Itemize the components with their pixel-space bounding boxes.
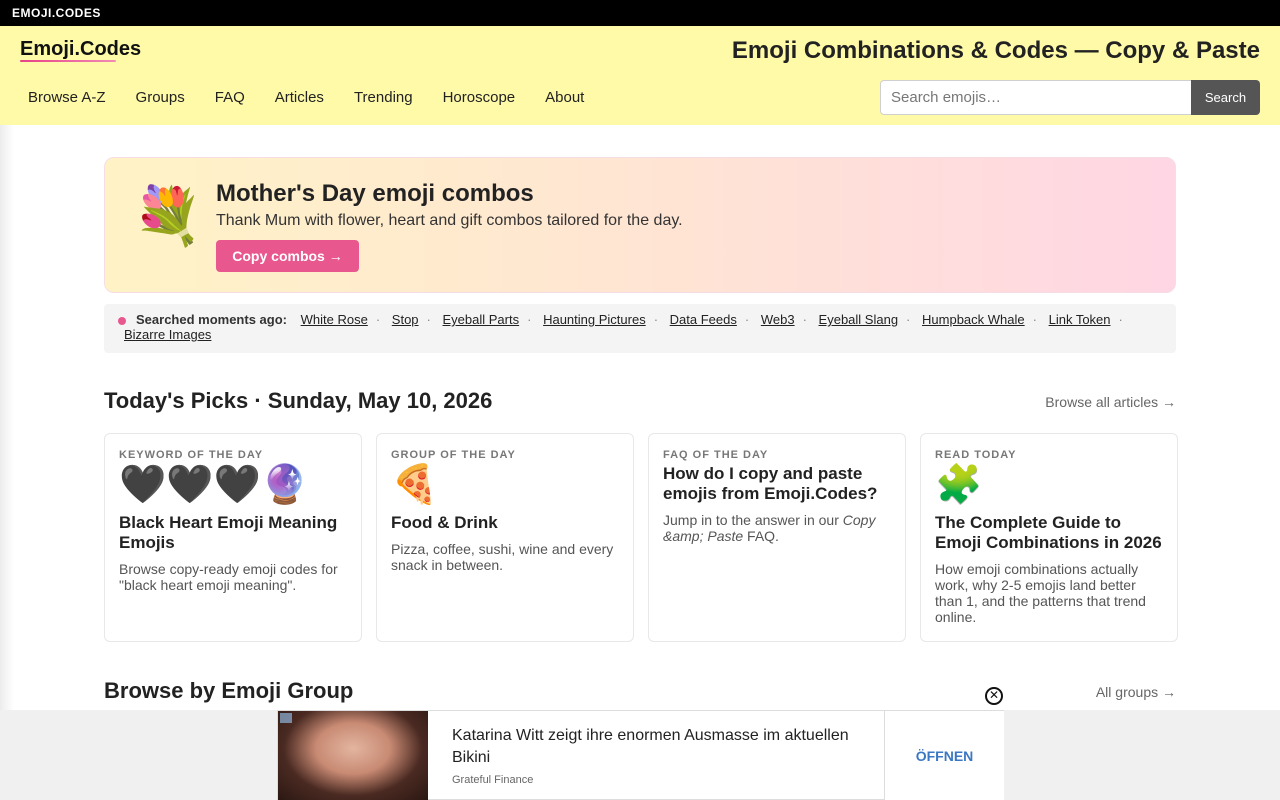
- card-kicker: GROUP OF THE DAY: [391, 449, 516, 461]
- nav-trending[interactable]: Trending: [339, 88, 428, 108]
- card-kicker: KEYWORD OF THE DAY: [119, 449, 264, 461]
- recent-searches-label: Searched moments ago:: [136, 312, 287, 327]
- card-read-today[interactable]: READ TODAY 🧩 The Complete Guide to Emoji…: [920, 433, 1178, 642]
- nav-browse-a-z[interactable]: Browse A-Z: [13, 88, 121, 108]
- nav-articles[interactable]: Articles: [260, 88, 339, 108]
- card-description: Pizza, coffee, sushi, wine and every sna…: [391, 541, 614, 573]
- black-hearts-crystal-ball-icon: 🖤🖤🖤🔮: [119, 464, 309, 506]
- card-kicker: READ TODAY: [935, 449, 1017, 461]
- site-heading: Emoji Combinations & Codes — Copy & Past…: [731, 37, 1260, 64]
- hero-banner: 💐 Mother's Day emoji combos Thank Mum wi…: [104, 157, 1176, 293]
- search-form: Search: [880, 80, 1260, 115]
- card-group-of-the-day[interactable]: GROUP OF THE DAY 🍕 Food & Drink Pizza, c…: [376, 433, 634, 642]
- card-description: Browse copy-ready emoji codes for "black…: [119, 561, 338, 593]
- logo-underline: [20, 60, 116, 62]
- ad-close-icon[interactable]: ✕: [985, 687, 1003, 705]
- card-keyword-of-the-day[interactable]: KEYWORD OF THE DAY 🖤🖤🖤🔮 Black Heart Emoj…: [104, 433, 362, 642]
- nav-horoscope[interactable]: Horoscope: [428, 88, 531, 108]
- copy-combos-button[interactable]: Copy combos →: [216, 240, 359, 272]
- recent-searches: Searched moments ago: White Rose · Stop · …: [104, 304, 1176, 353]
- all-groups-link[interactable]: All groups →: [1096, 684, 1176, 700]
- recent-search-link[interactable]: Haunting Pictures: [543, 312, 646, 327]
- nav-groups[interactable]: Groups: [121, 88, 200, 108]
- card-title: Black Heart Emoji Meaning Emojis: [119, 513, 338, 552]
- recent-search-link[interactable]: Data Feeds: [670, 312, 737, 327]
- recent-search-link[interactable]: Stop: [392, 312, 419, 327]
- bouquet-icon: 💐: [133, 184, 203, 247]
- card-faq-of-the-day[interactable]: FAQ OF THE DAY How do I copy and paste e…: [648, 433, 906, 642]
- card-title: Food & Drink: [391, 513, 498, 532]
- site-header: Emoji.Codes Emoji Combinations & Codes —…: [0, 26, 1280, 125]
- recent-search-link[interactable]: Bizarre Images: [124, 327, 211, 342]
- live-dot-icon: [118, 317, 126, 325]
- recent-search-link[interactable]: White Rose: [301, 312, 368, 327]
- ad-open-button[interactable]: ÖFFNEN: [885, 711, 1004, 800]
- recent-search-link[interactable]: Link Token: [1049, 312, 1111, 327]
- browse-all-articles-link[interactable]: Browse all articles →: [1045, 394, 1176, 410]
- top-bar: EMOJI.CODES: [0, 0, 1280, 26]
- card-title: How do I copy and paste emojis from Emoj…: [663, 464, 878, 503]
- ad-banner: Katarina Witt zeigt ihre enormen Ausmass…: [0, 710, 1280, 800]
- left-edge-shadow: [0, 125, 14, 800]
- nav-faq[interactable]: FAQ: [200, 88, 260, 108]
- adchoices-icon[interactable]: [280, 713, 292, 723]
- pizza-icon: 🍕: [391, 464, 439, 506]
- site-logo[interactable]: Emoji.Codes: [20, 38, 141, 61]
- ad-image[interactable]: [278, 711, 428, 800]
- card-description: How emoji combinations actually work, wh…: [935, 561, 1146, 625]
- todays-picks-cards: KEYWORD OF THE DAY 🖤🖤🖤🔮 Black Heart Emoj…: [104, 433, 1178, 642]
- hero-subtitle: Thank Mum with flower, heart and gift co…: [216, 212, 683, 229]
- card-description: Jump in to the answer in our Copy &amp; …: [663, 512, 876, 544]
- top-bar-brand: EMOJI.CODES: [12, 6, 101, 20]
- main-nav: Browse A-Z Groups FAQ Articles Trending …: [13, 88, 599, 108]
- recent-search-link[interactable]: Humpback Whale: [922, 312, 1025, 327]
- card-title: The Complete Guide to Emoji Combinations…: [935, 513, 1162, 552]
- browse-by-group-title: Browse by Emoji Group: [104, 678, 354, 703]
- puzzle-piece-icon: 🧩: [935, 464, 983, 506]
- hero-title: Mother's Day emoji combos: [216, 180, 534, 207]
- nav-about[interactable]: About: [530, 88, 599, 108]
- search-input[interactable]: [880, 80, 1191, 115]
- recent-search-link[interactable]: Eyeball Slang: [819, 312, 899, 327]
- todays-picks-title: Today's Picks · Sunday, May 10, 2026: [104, 388, 493, 413]
- ad-source: Grateful Finance: [452, 774, 534, 786]
- recent-search-link[interactable]: Web3: [761, 312, 795, 327]
- recent-search-link[interactable]: Eyeball Parts: [443, 312, 520, 327]
- ad-headline[interactable]: Katarina Witt zeigt ihre enormen Ausmass…: [452, 725, 872, 769]
- search-button[interactable]: Search: [1191, 80, 1260, 115]
- card-kicker: FAQ OF THE DAY: [663, 449, 769, 461]
- ad-content[interactable]: Katarina Witt zeigt ihre enormen Ausmass…: [277, 710, 1004, 800]
